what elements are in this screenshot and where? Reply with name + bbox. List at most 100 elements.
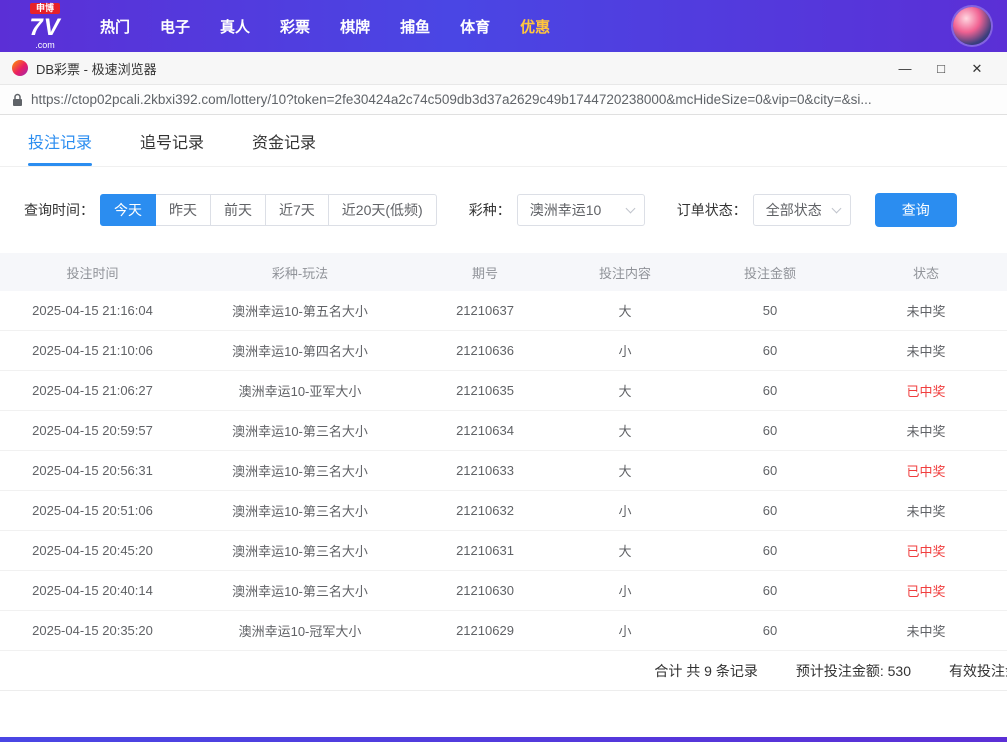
cell-bet-content: 小	[555, 581, 695, 600]
site-header: 申博 7V .com 热门 电子 真人 彩票 棋牌 捕鱼 体育 优惠	[0, 0, 1007, 52]
nav-item-hot[interactable]: 热门	[100, 16, 130, 37]
cell-issue: 21210636	[415, 343, 555, 358]
cell-bet-time: 2025-04-15 20:59:57	[0, 423, 185, 438]
cell-bet-content: 小	[555, 621, 695, 640]
address-bar[interactable]: https://ctop02pcali.2kbxi392.com/lottery…	[0, 85, 1007, 115]
cell-status: 已中奖	[845, 381, 1007, 400]
header-bet-content: 投注内容	[555, 263, 695, 282]
table-row: 2025-04-15 20:59:57 澳洲幸运10-第三名大小 2121063…	[0, 411, 1007, 451]
table-footer: 合计 共 9 条记录 预计投注金额: 530 有效投注金额	[0, 651, 1007, 691]
lottery-select-value: 澳洲幸运10	[530, 200, 602, 220]
cell-bet-content: 大	[555, 541, 695, 560]
cell-bet-amount: 60	[695, 623, 845, 638]
time-filter-group: 今天 昨天 前天 近7天 近20天(低频)	[100, 194, 437, 226]
nav-item-promotions[interactable]: 优惠	[520, 16, 550, 37]
header-bet-time: 投注时间	[0, 263, 185, 282]
filter-bar: 查询时间： 今天 昨天 前天 近7天 近20天(低频) 彩种： 澳洲幸运10 订…	[0, 193, 1007, 227]
status-filter-label: 订单状态：	[677, 200, 747, 220]
cell-status: 已中奖	[845, 461, 1007, 480]
window-controls: — □ ✕	[887, 52, 995, 85]
cell-bet-time: 2025-04-15 20:51:06	[0, 503, 185, 518]
record-tabs: 投注记录 追号记录 资金记录	[0, 115, 1007, 167]
lottery-filter-label: 彩种：	[469, 200, 511, 220]
cell-bet-amount: 60	[695, 383, 845, 398]
table-row: 2025-04-15 20:51:06 澳洲幸运10-第三名大小 2121063…	[0, 491, 1007, 531]
cell-bet-time: 2025-04-15 21:10:06	[0, 343, 185, 358]
cell-status: 未中奖	[845, 301, 1007, 320]
logo-badge: 申博	[30, 3, 60, 14]
cell-bet-time: 2025-04-15 21:06:27	[0, 383, 185, 398]
cell-bet-time: 2025-04-15 20:45:20	[0, 543, 185, 558]
cell-issue: 21210634	[415, 423, 555, 438]
cell-bet-amount: 60	[695, 423, 845, 438]
cell-status: 未中奖	[845, 501, 1007, 520]
cell-bet-time: 2025-04-15 20:56:31	[0, 463, 185, 478]
time-filter-yesterday[interactable]: 昨天	[155, 194, 211, 226]
cell-game: 澳洲幸运10-第五名大小	[185, 301, 415, 320]
lock-icon	[12, 93, 23, 107]
order-status-select[interactable]: 全部状态	[753, 194, 851, 226]
cell-issue: 21210637	[415, 303, 555, 318]
table-body: 2025-04-15 21:16:04 澳洲幸运10-第五名大小 2121063…	[0, 291, 1007, 651]
maximize-button[interactable]: □	[923, 52, 959, 85]
cell-game: 澳洲幸运10-第四名大小	[185, 341, 415, 360]
table-row: 2025-04-15 21:16:04 澳洲幸运10-第五名大小 2121063…	[0, 291, 1007, 331]
site-logo[interactable]: 申博 7V .com	[16, 3, 74, 50]
time-filter-today[interactable]: 今天	[100, 194, 156, 226]
cell-bet-content: 大	[555, 461, 695, 480]
search-button[interactable]: 查询	[875, 193, 957, 227]
time-filter-last-7-days[interactable]: 近7天	[265, 194, 329, 226]
cell-bet-time: 2025-04-15 20:40:14	[0, 583, 185, 598]
cell-status: 已中奖	[845, 581, 1007, 600]
time-filter-last-20-days[interactable]: 近20天(低频)	[328, 194, 437, 226]
tab-chase-records[interactable]: 追号记录	[140, 115, 204, 166]
header-status: 状态	[845, 263, 1007, 282]
cell-game: 澳洲幸运10-第三名大小	[185, 581, 415, 600]
cell-game: 澳洲幸运10-第三名大小	[185, 421, 415, 440]
chevron-down-icon	[625, 204, 635, 214]
user-avatar[interactable]	[953, 7, 991, 45]
footer-valid-amount: 有效投注金额	[949, 661, 1007, 681]
tab-fund-records[interactable]: 资金记录	[252, 115, 316, 166]
nav-item-fishing[interactable]: 捕鱼	[400, 16, 430, 37]
cell-issue: 21210630	[415, 583, 555, 598]
header-game: 彩种-玩法	[185, 263, 415, 282]
nav-item-sports[interactable]: 体育	[460, 16, 490, 37]
cell-bet-amount: 60	[695, 343, 845, 358]
cell-game: 澳洲幸运10-第三名大小	[185, 461, 415, 480]
cell-status: 未中奖	[845, 421, 1007, 440]
cell-bet-amount: 60	[695, 503, 845, 518]
cell-bet-time: 2025-04-15 21:16:04	[0, 303, 185, 318]
nav-item-lottery[interactable]: 彩票	[280, 16, 310, 37]
browser-app-icon	[12, 60, 28, 76]
tab-bet-records[interactable]: 投注记录	[28, 115, 92, 166]
minimize-button[interactable]: —	[887, 52, 923, 85]
cell-bet-content: 小	[555, 501, 695, 520]
chevron-down-icon	[831, 204, 841, 214]
nav-item-electronic[interactable]: 电子	[160, 16, 190, 37]
cell-bet-content: 小	[555, 341, 695, 360]
logo-suffix: .com	[35, 41, 55, 50]
cell-game: 澳洲幸运10-亚军大小	[185, 381, 415, 400]
cell-issue: 21210635	[415, 383, 555, 398]
cell-bet-amount: 60	[695, 583, 845, 598]
cell-bet-content: 大	[555, 421, 695, 440]
table-row: 2025-04-15 21:06:27 澳洲幸运10-亚军大小 21210635…	[0, 371, 1007, 411]
close-button[interactable]: ✕	[959, 52, 995, 85]
logo-text: 7V	[29, 16, 60, 40]
time-filter-day-before[interactable]: 前天	[210, 194, 266, 226]
url-text: https://ctop02pcali.2kbxi392.com/lottery…	[31, 92, 995, 107]
table-row: 2025-04-15 20:56:31 澳洲幸运10-第三名大小 2121063…	[0, 451, 1007, 491]
main-nav: 热门 电子 真人 彩票 棋牌 捕鱼 体育 优惠	[100, 16, 550, 37]
status-select-value: 全部状态	[766, 200, 822, 220]
table-row: 2025-04-15 20:35:20 澳洲幸运10-冠军大小 21210629…	[0, 611, 1007, 651]
nav-item-chess[interactable]: 棋牌	[340, 16, 370, 37]
cell-bet-amount: 50	[695, 303, 845, 318]
lottery-select[interactable]: 澳洲幸运10	[517, 194, 645, 226]
nav-item-live[interactable]: 真人	[220, 16, 250, 37]
footer-expected-amount: 预计投注金额: 530	[796, 661, 911, 681]
cell-status: 未中奖	[845, 621, 1007, 640]
cell-bet-content: 大	[555, 301, 695, 320]
cell-issue: 21210633	[415, 463, 555, 478]
cell-bet-amount: 60	[695, 543, 845, 558]
